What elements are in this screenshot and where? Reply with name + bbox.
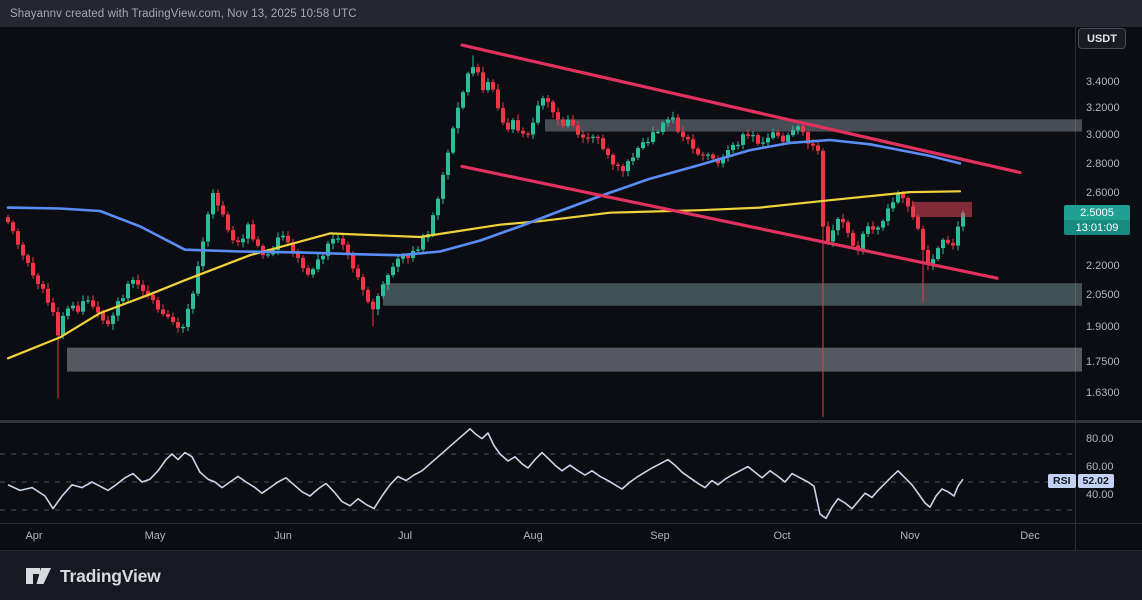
price-axis-label: 2.0500	[1086, 289, 1120, 301]
rsi-badge: RSI 52.02	[1048, 474, 1114, 488]
price-axis-label: 3.2000	[1086, 102, 1120, 114]
rsi-axis-label: 80.00	[1086, 433, 1114, 445]
attribution-bar: Shayannv created with TradingView.com, N…	[0, 0, 1142, 27]
brand-name[interactable]: TradingView	[60, 566, 161, 587]
time-axis-label: Aug	[523, 530, 543, 542]
time-axis-label: Apr	[25, 530, 42, 542]
pane-divider[interactable]	[0, 420, 1142, 423]
price-axis-label: 1.9000	[1086, 321, 1120, 333]
countdown-timer: 13:01:09	[1064, 220, 1130, 235]
rsi-axis-label: 60.00	[1086, 461, 1114, 473]
price-axis-label: 2.8000	[1086, 158, 1120, 170]
time-axis-label: Jun	[274, 530, 292, 542]
tradingview-chart-window: Shayannv created with TradingView.com, N…	[0, 0, 1142, 600]
last-price-badge: 2.5005 13:01:09	[1064, 205, 1130, 235]
footer-bar: TradingView	[0, 550, 1142, 600]
symbol-badge-label: USDT	[1087, 33, 1117, 45]
symbol-badge[interactable]: USDT	[1078, 28, 1126, 49]
time-axis-label: Nov	[900, 530, 920, 542]
tradingview-logo-icon[interactable]	[25, 565, 52, 587]
price-axis-label: 3.4000	[1086, 76, 1120, 88]
price-axis-label: 2.2000	[1086, 260, 1120, 272]
time-axis-label: Dec	[1020, 530, 1040, 542]
price-axis-label: 3.0000	[1086, 129, 1120, 141]
attribution-text: Shayannv created with TradingView.com, N…	[10, 8, 357, 20]
last-price-value: 2.5005	[1064, 205, 1130, 220]
rsi-axis-label: 40.00	[1086, 489, 1114, 501]
main-price-pane[interactable]	[0, 27, 1075, 420]
price-axis-label: 1.7500	[1086, 356, 1120, 368]
time-axis-label: Jul	[398, 530, 412, 542]
price-axis-label: 1.6300	[1086, 387, 1120, 399]
rsi-value: 52.02	[1078, 474, 1114, 488]
time-axis-label: May	[145, 530, 166, 542]
time-axis-divider	[0, 523, 1142, 524]
rsi-label: RSI	[1048, 474, 1076, 488]
time-axis-label: Sep	[650, 530, 670, 542]
time-axis-label: Oct	[773, 530, 790, 542]
rsi-pane[interactable]	[0, 424, 1075, 523]
price-axis-label: 2.6000	[1086, 187, 1120, 199]
